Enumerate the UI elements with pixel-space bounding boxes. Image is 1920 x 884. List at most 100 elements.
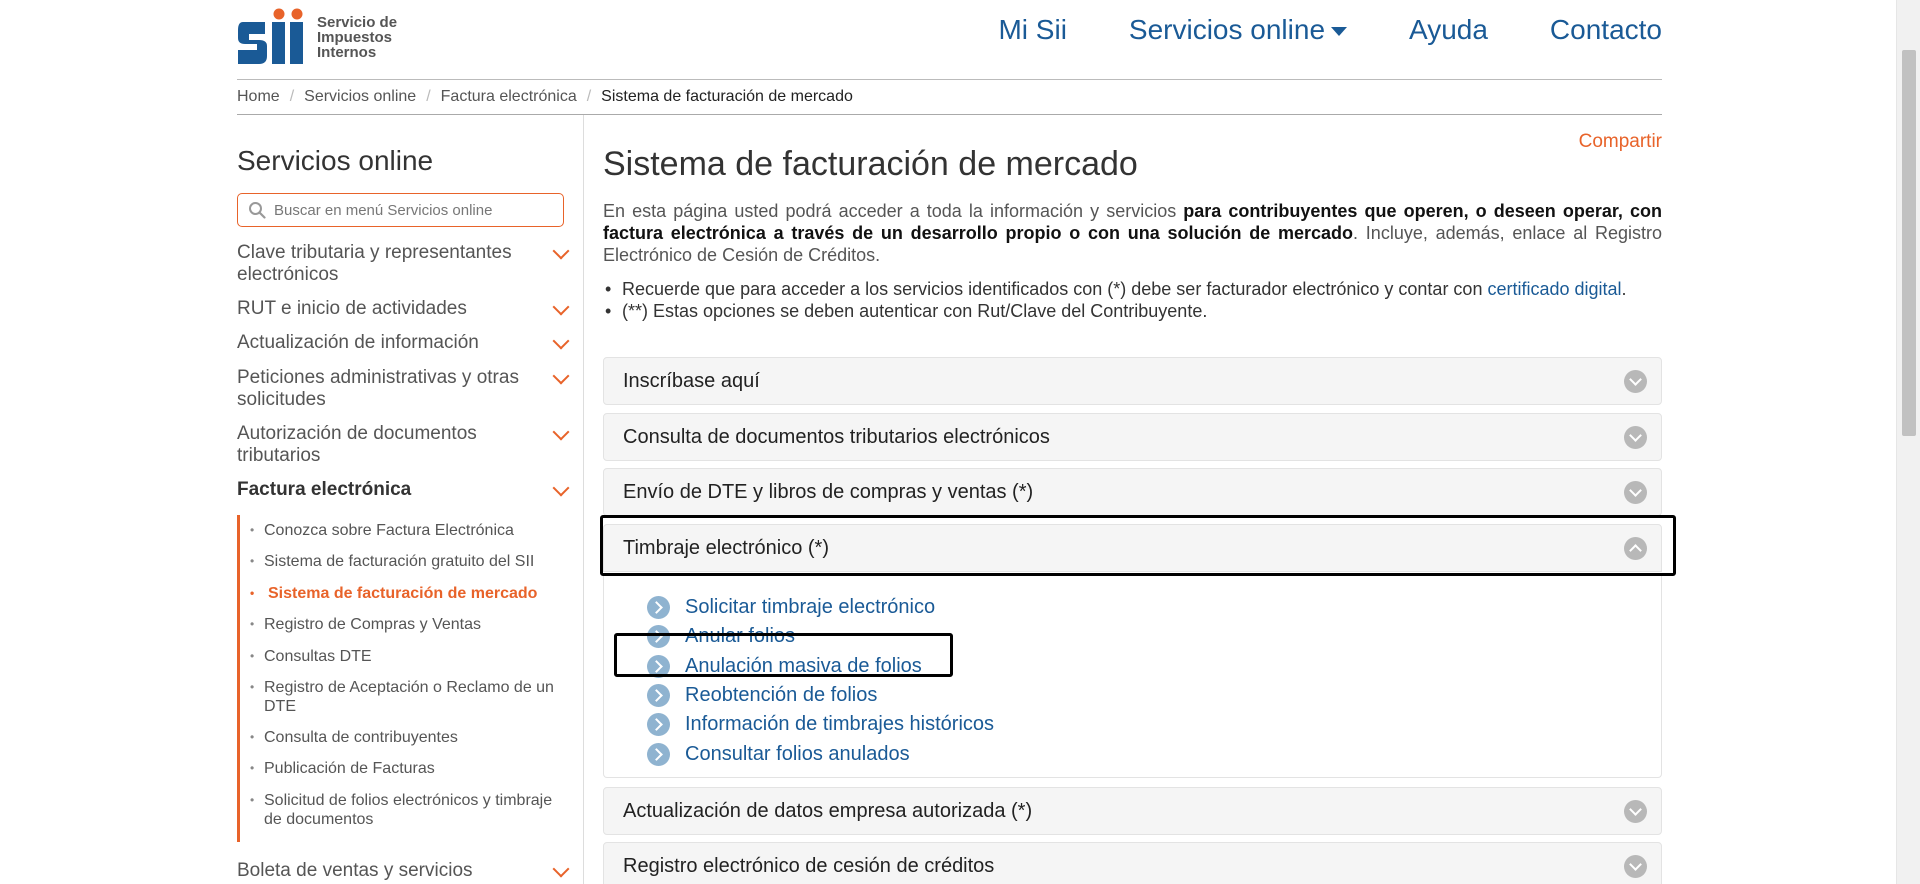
breadcrumb-separator: / [586, 88, 592, 105]
subitem-publicacion-facturas[interactable]: Publicación de Facturas [240, 759, 435, 778]
sidebar-item-boleta[interactable]: Boleta de ventas y servicios [237, 860, 567, 882]
sii-logo-text: Servicio de Impuestos Internos [317, 15, 397, 60]
chevron-down-icon[interactable] [553, 484, 567, 498]
sidebar-item-label: Factura electrónica [237, 479, 412, 500]
notes-list: Recuerde que para acceder a los servicio… [603, 278, 1662, 322]
accordion-actualizacion-datos[interactable]: Actualización de datos empresa autorizad… [603, 787, 1662, 835]
sidebar-submenu-factura-electronica: Conozca sobre Factura Electrónica Sistem… [237, 515, 567, 842]
link-timbrajes-historicos[interactable]: Información de timbrajes históricos [685, 713, 994, 736]
chevron-down-circle-icon[interactable] [1624, 800, 1647, 823]
accordion-label: Timbraje electrónico (*) [623, 537, 829, 559]
accordion-consulta-dte[interactable]: Consulta de documentos tributarios elect… [603, 413, 1662, 461]
accordion-cesion-creditos[interactable]: Registro electrónico de cesión de crédit… [603, 842, 1662, 884]
sidebar-item-rut[interactable]: RUT e inicio de actividades [237, 298, 567, 320]
timbraje-links: Solicitar timbraje electrónico Anular fo… [647, 593, 994, 769]
sidebar-item-label: Autorización de documentos tributarios [237, 423, 477, 466]
chevron-down-icon[interactable] [553, 428, 567, 442]
chevron-down-circle-icon[interactable] [1624, 481, 1647, 504]
subitem-facturacion-mercado[interactable]: Sistema de facturación de mercado [240, 584, 537, 603]
link-consultar-folios-anulados[interactable]: Consultar folios anulados [685, 743, 910, 766]
sidebar-item-peticiones[interactable]: Peticiones administrativas y otras solic… [237, 367, 567, 411]
link-row: Anulación masiva de folios [647, 652, 994, 681]
logo-line-2: Impuestos [317, 28, 393, 46]
accordion-label: Registro electrónico de cesión de crédit… [623, 855, 995, 877]
link-row: Anular folios [647, 622, 994, 651]
note-item-1: Recuerde que para acceder a los servicio… [603, 278, 1662, 300]
sidebar-item-label: RUT e inicio de actividades [237, 298, 467, 319]
link-row: Información de timbrajes históricos [647, 710, 994, 739]
accordion-label: Envío de DTE y libros de compras y venta… [623, 481, 1034, 503]
sidebar-item-autorizacion[interactable]: Autorización de documentos tributarios [237, 423, 567, 467]
sidebar-item-clave-tributaria[interactable]: Clave tributaria y representantes electr… [237, 242, 567, 286]
breadcrumb-separator: / [426, 88, 431, 105]
chevron-down-circle-icon[interactable] [1624, 370, 1647, 393]
site-header: Servicio de Impuestos Internos Mi Sii Se… [237, 0, 1662, 80]
nav-servicios-online-label: Servicios online [1128, 14, 1326, 45]
caret-down-icon [1331, 26, 1348, 36]
note-1-text: Recuerde que para acceder a los servicio… [622, 279, 1488, 299]
breadcrumb-home[interactable]: Home [237, 88, 280, 106]
link-anular-folios[interactable]: Anular folios [685, 625, 795, 648]
breadcrumb: Home / Servicios online / Factura electr… [237, 88, 853, 106]
sidebar-item-label: Clave tributaria y representantes electr… [237, 242, 512, 285]
page-container: Servicio de Impuestos Internos Mi Sii Se… [237, 0, 1662, 884]
intro-part-1: En esta página usted podrá acceder a tod… [603, 201, 1184, 221]
link-solicitar-timbraje[interactable]: Solicitar timbraje electrónico [685, 596, 935, 619]
share-link[interactable]: Compartir [1579, 131, 1662, 153]
link-reobtencion-folios[interactable]: Reobtención de folios [685, 684, 877, 707]
accordion-label: Inscríbase aquí [623, 370, 760, 392]
subitem-registro-aceptacion[interactable]: Registro de Aceptación o Reclamo de un D… [240, 678, 560, 716]
sii-logo[interactable]: Servicio de Impuestos Internos [237, 8, 397, 66]
page-scrollbar[interactable] [1896, 0, 1920, 884]
link-row: Reobtención de folios [647, 681, 994, 710]
sidebar-item-label: Boleta de ventas y servicios [237, 860, 473, 881]
chevron-down-icon[interactable] [553, 865, 567, 879]
breadcrumb-factura-electronica[interactable]: Factura electrónica [441, 88, 577, 106]
chevron-down-circle-icon[interactable] [1624, 855, 1647, 878]
link-row: Consultar folios anulados [647, 739, 994, 768]
link-anulacion-masiva[interactable]: Anulación masiva de folios [685, 655, 922, 678]
breadcrumb-current: Sistema de facturación de mercado [601, 88, 853, 105]
timbraje-panel: Solicitar timbraje electrónico Anular fo… [603, 573, 1662, 778]
sidebar-item-label: Actualización de información [237, 332, 479, 353]
logo-line-1: Servicio de [317, 13, 398, 31]
note-1-end: . [1621, 279, 1627, 299]
subitem-solicitud-folios[interactable]: Solicitud de folios electrónicos y timbr… [240, 791, 560, 829]
nav-contacto[interactable]: Contacto [1550, 14, 1662, 46]
note-item-2: (**) Estas opciones se deben autenticar … [603, 300, 1662, 322]
scrollbar-thumb[interactable] [1902, 50, 1916, 436]
subitem-consulta-contribuyentes[interactable]: Consulta de contribuyentes [240, 728, 458, 747]
arrow-right-circle-icon [647, 684, 670, 708]
subitem-registro-compras-ventas[interactable]: Registro de Compras y Ventas [240, 615, 481, 634]
nav-ayuda[interactable]: Ayuda [1409, 14, 1488, 46]
chevron-down-icon[interactable] [553, 303, 567, 317]
sidebar-item-actualizacion[interactable]: Actualización de información [237, 332, 567, 354]
breadcrumb-separator: / [289, 88, 295, 105]
accordion-timbraje[interactable]: Timbraje electrónico (*) [603, 524, 1662, 572]
sidebar-search-input[interactable] [274, 201, 554, 219]
chevron-down-icon[interactable] [553, 247, 567, 261]
nav-mi-sii[interactable]: Mi Sii [998, 14, 1066, 46]
logo-line-3: Internos [317, 43, 377, 61]
accordion-label: Consulta de documentos tributarios elect… [623, 426, 1050, 448]
sidebar-search[interactable] [237, 193, 564, 227]
sidebar: Servicios online Clave tributaria y repr… [237, 115, 584, 884]
arrow-right-circle-icon [647, 625, 670, 649]
sidebar-title: Servicios online [237, 145, 434, 176]
arrow-right-circle-icon [647, 713, 670, 737]
chevron-down-icon[interactable] [553, 372, 567, 386]
chevron-up-circle-icon[interactable] [1624, 537, 1647, 560]
certificado-digital-link[interactable]: certificado digital [1487, 279, 1621, 299]
nav-servicios-online[interactable]: Servicios online [1128, 14, 1348, 46]
sidebar-item-factura-electronica[interactable]: Factura electrónica [237, 479, 567, 501]
subitem-consultas-dte[interactable]: Consultas DTE [240, 647, 372, 666]
chevron-down-icon[interactable] [553, 337, 567, 351]
breadcrumb-servicios-online[interactable]: Servicios online [304, 88, 416, 106]
accordion-envio-dte[interactable]: Envío de DTE y libros de compras y venta… [603, 468, 1662, 516]
accordion-inscribase[interactable]: Inscríbase aquí [603, 357, 1662, 405]
subitem-facturacion-gratuito[interactable]: Sistema de facturación gratuito del SII [240, 552, 534, 571]
intro-text: En esta página usted podrá acceder a tod… [603, 200, 1662, 266]
chevron-down-circle-icon[interactable] [1624, 426, 1647, 449]
subitem-conozca-factura[interactable]: Conozca sobre Factura Electrónica [240, 521, 514, 540]
page-title: Sistema de facturación de mercado [603, 145, 1138, 183]
